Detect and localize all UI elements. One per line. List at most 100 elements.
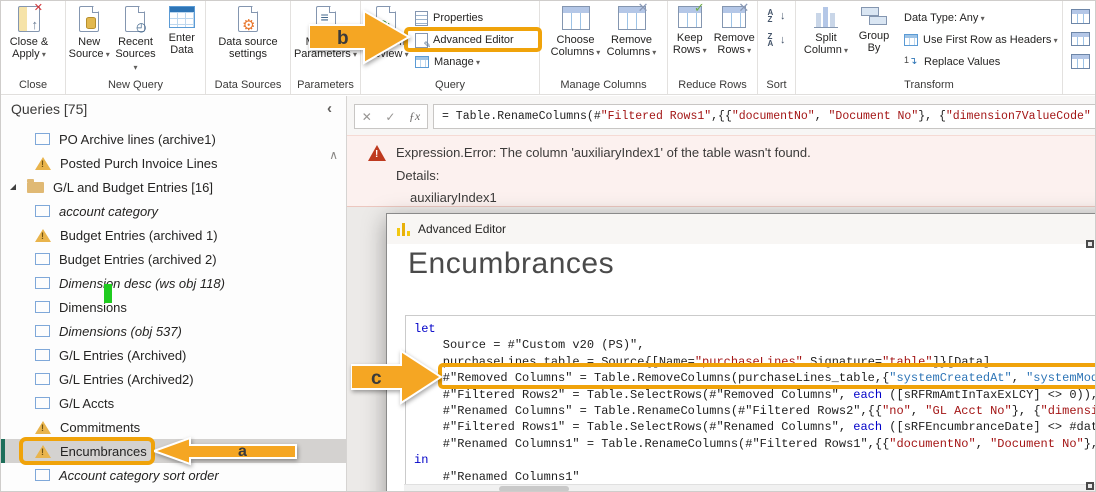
query-item-label: Encumbrances xyxy=(60,443,147,459)
ribbon-group-sort: Sort xyxy=(758,1,796,94)
advanced-editor-button[interactable]: Advanced Editor xyxy=(411,29,518,51)
formula-bar-buttons xyxy=(354,104,428,129)
cancel-formula-icon[interactable] xyxy=(362,110,372,124)
recent-sources-button[interactable]: Recent Sources xyxy=(112,1,158,73)
query-item-g-l-accts[interactable]: G/L Accts xyxy=(1,391,346,415)
query-item-dimensions[interactable]: Dimensions xyxy=(1,295,346,319)
sort-ascending-button[interactable] xyxy=(768,9,786,27)
properties-button[interactable]: Properties xyxy=(411,7,518,29)
code-line: let xyxy=(414,321,1095,337)
split-column-icon xyxy=(814,6,838,28)
code-token: purchaseLines_table = Source{[Name= xyxy=(414,354,695,369)
queries-pane-title: Queries [75] xyxy=(11,101,88,117)
table-icon xyxy=(35,253,50,265)
enter-data-button[interactable]: Enter Data xyxy=(159,1,205,73)
use-first-row-label: Use First Row as Headers xyxy=(923,34,1058,46)
query-item-budget-entries-archived-2[interactable]: Budget Entries (archived 2) xyxy=(1,247,346,271)
remove-columns-label: Remove Columns xyxy=(604,34,660,59)
query-item-g-l-entries-archived2[interactable]: G/L Entries (Archived2) xyxy=(1,367,346,391)
query-item-label: Account category sort order xyxy=(59,467,219,483)
query-item-label: Posted Purch Invoice Lines xyxy=(60,155,218,171)
code-line: Source = #"Custom v20 (PS)", xyxy=(414,337,1095,353)
power-bi-logo-icon xyxy=(397,222,410,236)
code-editor[interactable]: let Source = #"Custom v20 (PS)", purchas… xyxy=(405,315,1096,491)
error-details-label: Details: xyxy=(396,168,440,183)
remove-rows-button[interactable]: Remove Rows xyxy=(712,1,757,73)
code-token: #"Renamed Columns" = Table.RenameColumns… xyxy=(414,404,883,419)
annotation-label-a: a xyxy=(238,443,247,460)
warning-icon xyxy=(35,444,51,458)
fx-icon[interactable] xyxy=(409,109,420,124)
ribbon-group-manage-columns: Choose Columns Remove Columns Manage Col… xyxy=(540,1,668,94)
keep-rows-button[interactable]: Keep Rows xyxy=(668,1,712,73)
code-token: , xyxy=(910,404,926,419)
properties-label: Properties xyxy=(433,12,484,24)
append-queries-icon[interactable] xyxy=(1070,31,1090,47)
annotation-arrow-b: b xyxy=(309,9,411,65)
query-item-dimensions-obj-537[interactable]: Dimensions (obj 537) xyxy=(1,319,346,343)
manage-button[interactable]: Manage xyxy=(411,51,518,73)
code-token: ([sRFRmAmtInTaxExLCY] <> 0)), xyxy=(882,387,1096,402)
query-item-budget-entries-archived-1[interactable]: Budget Entries (archived 1) xyxy=(1,223,346,247)
replace-values-button[interactable]: Replace Values xyxy=(900,51,1062,73)
code-token: Source = #"Custom v20 (PS)", xyxy=(414,338,645,353)
green-cursor-artifact xyxy=(104,284,112,303)
code-token: each xyxy=(853,387,883,402)
query-item-account-category[interactable]: account category xyxy=(1,199,346,223)
code-line: #"Renamed Columns1" = Table.RenameColumn… xyxy=(414,436,1095,452)
code-token: "systemModifie xyxy=(1026,371,1096,386)
annotation-arrow-c: c xyxy=(351,349,443,405)
query-item-g-l-entries-archived[interactable]: G/L Entries (Archived) xyxy=(1,343,346,367)
annotation-label-b: b xyxy=(337,28,349,49)
code-token: each xyxy=(853,420,883,435)
remove-columns-button[interactable]: Remove Columns xyxy=(604,1,660,73)
expand-arrow-icon[interactable] xyxy=(10,184,16,190)
choose-columns-button[interactable]: Choose Columns xyxy=(548,1,604,73)
close-apply-label: Close & Apply xyxy=(1,36,57,61)
confirm-formula-icon[interactable] xyxy=(385,110,395,124)
code-horizontal-scrollbar[interactable] xyxy=(404,484,1095,491)
group-label-data-sources: Data Sources xyxy=(214,79,282,91)
table-icon xyxy=(35,205,50,217)
new-source-button[interactable]: New Source xyxy=(66,1,112,73)
code-token: ([sRFEncumbranceDate] <> #date(1, xyxy=(889,420,1096,435)
group-label-reduce-rows: Reduce Rows xyxy=(678,79,747,91)
annotation-arrow-a: a xyxy=(154,436,297,466)
merge-queries-icon[interactable] xyxy=(1070,9,1090,24)
query-item-label: account category xyxy=(59,203,159,219)
use-first-row-button[interactable]: Use First Row as Headers xyxy=(900,29,1062,51)
query-item-po-archive-lines-archive1[interactable]: PO Archive lines (archive1) xyxy=(1,127,346,151)
split-column-button[interactable]: Split Column xyxy=(800,1,852,73)
recent-sources-label: Recent Sources xyxy=(112,36,158,73)
sort-descending-button[interactable] xyxy=(768,33,786,51)
code-line: #"Removed Columns" = Table.RemoveColumns… xyxy=(414,370,1096,386)
split-column-label: Split Column xyxy=(800,32,852,57)
properties-icon xyxy=(415,10,428,26)
combine-files-icon[interactable] xyxy=(1070,54,1090,70)
query-item-posted-purch-invoice-lines[interactable]: Posted Purch Invoice Lines xyxy=(1,151,346,175)
group-by-button[interactable]: Group By xyxy=(852,1,896,73)
formula-input[interactable]: = Table.RenameColumns(#"Filtered Rows1",… xyxy=(433,104,1095,129)
query-item-g-l-and-budget-entries-16[interactable]: G/L and Budget Entries [16] xyxy=(1,175,346,199)
code-token: "dimension7ValueCode" xyxy=(945,110,1091,123)
code-token: "Filtered Rows1" xyxy=(600,110,712,123)
code-token: "purchaseLines" xyxy=(694,354,803,369)
query-item-label: Commitments xyxy=(60,419,141,435)
data-type-button[interactable]: Data Type: Any xyxy=(900,7,1062,29)
scrollbar-thumb[interactable] xyxy=(499,486,569,491)
code-token: ,{{ xyxy=(711,110,732,123)
code-line: purchaseLines_table = Source{[Name="purc… xyxy=(414,354,1095,370)
close-apply-button[interactable]: Close & Apply xyxy=(1,1,57,73)
code-token: "Document No" xyxy=(990,436,1084,451)
collapse-pane-icon[interactable] xyxy=(327,100,332,117)
dialog-title-bar[interactable]: Advanced Editor xyxy=(387,214,1095,244)
power-query-editor-window: Close & Apply Close New Source Recent So… xyxy=(0,0,1096,492)
data-source-settings-button[interactable]: Data source settings xyxy=(210,1,286,73)
code-token: in xyxy=(414,453,429,468)
query-item-label: G/L and Budget Entries [16] xyxy=(53,179,213,195)
query-item-label: Budget Entries (archived 2) xyxy=(59,251,217,267)
group-label-sort: Sort xyxy=(766,79,787,91)
table-icon xyxy=(35,133,50,145)
query-item-dimension-desc-ws-obj-118[interactable]: Dimension desc (ws obj 118) xyxy=(1,271,346,295)
data-type-label: Data Type: Any xyxy=(904,12,985,24)
